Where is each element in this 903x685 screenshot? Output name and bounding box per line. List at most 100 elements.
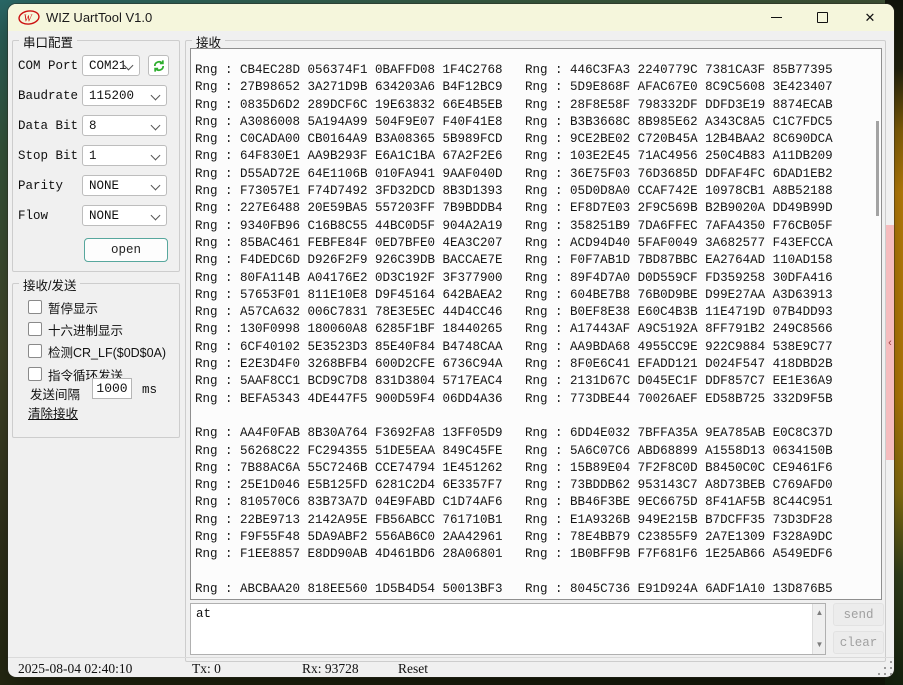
pause-display-label: 暂停显示 [48, 298, 98, 317]
hex-display-label: 十六进制显示 [48, 320, 123, 339]
log-blank-line [195, 564, 833, 581]
log-line: Rng : 57653F01 811E10E8 D9F45164 642BAEA… [195, 287, 833, 304]
chevron-left-icon: ‹ [888, 337, 892, 349]
chevron-down-icon [151, 121, 161, 131]
stop-bit-select[interactable]: 1 [82, 145, 167, 166]
log-line: Rng : 64F830E1 AA9B293F E6A1C1BA 67A2F2E… [195, 148, 833, 165]
log-line: Rng : 25E1D046 E5B125FD 6281C2D4 6E3357F… [195, 477, 833, 494]
app-logo-icon: W [18, 10, 40, 25]
close-button[interactable]: ✕ [852, 4, 888, 31]
log-line: Rng : BEFA5343 4DE447F5 900D59F4 06DD4A3… [195, 391, 833, 408]
log-line: Rng : 80FA114B A04176E2 0D3C192F 3F37790… [195, 270, 833, 287]
flow-label: Flow [18, 209, 48, 223]
titlebar[interactable]: W WIZ UartTool V1.0 ✕ [8, 4, 894, 31]
chevron-down-icon [151, 151, 161, 161]
log-line: Rng : F1EE8857 E8DD90AB 4D461BD6 28A0680… [195, 546, 833, 563]
desktop: W WIZ UartTool V1.0 ✕ 串口配置 COM Port COM2… [0, 0, 903, 685]
checkbox-icon[interactable] [28, 344, 42, 358]
baudrate-value: 115200 [89, 89, 134, 103]
log-line: Rng : 85BAC461 FEBFE84F 0ED7BFE0 4EA3C20… [195, 235, 833, 252]
send-interval-input[interactable]: 1000 [92, 378, 132, 399]
com-port-label: COM Port [18, 59, 78, 73]
chevron-down-icon [151, 211, 161, 221]
send-input-spinner: ▲ ▼ [812, 604, 825, 654]
log-line: Rng : D55AD72E 64E1106B 010FA941 9AAF040… [195, 166, 833, 183]
com-port-select[interactable]: COM21 [82, 55, 140, 76]
send-input[interactable]: at ▲ ▼ [190, 603, 826, 655]
log-line: Rng : 56268C22 FC294355 51DE5EAA 849C45F… [195, 443, 833, 460]
maximize-icon [817, 12, 828, 23]
log-line: Rng : F4DEDC6D D926F2F9 926C39DB BACCAE7… [195, 252, 833, 269]
log-line: Rng : F9F55F48 5DA9ABF2 556AB6C0 2AA4296… [195, 529, 833, 546]
checkbox-icon[interactable] [28, 300, 42, 314]
log-line: Rng : 130F0998 180060A8 6285F1BF 1844026… [195, 321, 833, 338]
log-line: Rng : 5AAF8CC1 BCD9C7D8 831D3804 5717EAC… [195, 373, 833, 390]
status-tx-count: Tx: 0 [192, 661, 221, 677]
receive-scrollbar-thumb[interactable] [876, 121, 879, 216]
send-interval-unit: ms [142, 383, 157, 397]
send-input-value: at [196, 607, 211, 621]
checkbox-icon[interactable] [28, 367, 42, 381]
send-interval-label: 发送间隔 [30, 384, 80, 403]
checkbox-icon[interactable] [28, 322, 42, 336]
app-window: W WIZ UartTool V1.0 ✕ 串口配置 COM Port COM2… [8, 4, 894, 677]
chevron-down-icon [151, 181, 161, 191]
log-blank-line [195, 408, 833, 425]
close-icon: ✕ [865, 11, 876, 24]
rx-tx-group-title: 接收/发送 [19, 275, 80, 294]
log-line: Rng : 9340FB96 C16B8C55 44BC0D5F 904A2A1… [195, 218, 833, 235]
log-line: Rng : C0CADA00 CB0164A9 B3A08365 5B989FC… [195, 131, 833, 148]
minimize-button[interactable] [758, 4, 794, 31]
spinner-up-icon[interactable]: ▲ [813, 609, 826, 617]
crlf-detect-option[interactable]: 检测CR_LF($0D$0A) [28, 343, 166, 359]
baudrate-label: Baudrate [18, 89, 78, 103]
spinner-down-icon[interactable]: ▼ [813, 641, 826, 649]
status-reset-link[interactable]: Reset [398, 661, 428, 677]
log-line: Rng : 6CF40102 5E3523D3 85E40F84 B4748CA… [195, 339, 833, 356]
flow-select[interactable]: NONE [82, 205, 167, 226]
log-line: Rng : 22BE9713 2142A95E FB56ABCC 761710B… [195, 512, 833, 529]
chevron-down-icon [151, 91, 161, 101]
stop-bit-value: 1 [89, 149, 97, 163]
refresh-ports-button[interactable] [148, 55, 169, 76]
log-line: Rng : ABCBAA20 818EE560 1D5B4D54 50013BF… [195, 581, 833, 598]
log-line: Rng : A57CA632 006C7831 78E3E5EC 44D4CC4… [195, 304, 833, 321]
crlf-detect-label: 检测CR_LF($0D$0A) [48, 342, 166, 361]
log-line: Rng : F18815A2 2B345EC1 C1F0052D A106F0D… [195, 598, 833, 600]
parity-select[interactable]: NONE [82, 175, 167, 196]
log-line: Rng : A3086008 5A194A99 504F9E07 F40F41E… [195, 114, 833, 131]
maximize-button[interactable] [804, 4, 840, 31]
data-bit-label: Data Bit [18, 119, 78, 133]
serial-config-group-title: 串口配置 [19, 32, 77, 51]
log-line: Rng : 27B98652 3A271D9B 634203A6 B4F12BC… [195, 79, 833, 96]
log-line: Rng : CB4EC28D 056374F1 0BAFFD08 1F4C276… [195, 62, 833, 79]
log-line: Rng : AA4F0FAB 8B30A764 F3692FA8 13FF05D… [195, 425, 833, 442]
clear-button[interactable]: clear [833, 631, 884, 654]
log-line: Rng : 0835D6D2 289DCF6C 19E63832 66E4B5E… [195, 97, 833, 114]
com-port-value: COM21 [89, 59, 127, 73]
log-line: Rng : 7B88AC6A 55C7246B CCE74794 1E45126… [195, 460, 833, 477]
receive-log: Rng : CB4EC28D 056374F1 0BAFFD08 1F4C276… [195, 62, 833, 600]
hex-display-option[interactable]: 十六进制显示 [28, 321, 123, 337]
receive-textarea[interactable]: Rng : CB4EC28D 056374F1 0BAFFD08 1F4C276… [190, 48, 882, 600]
resize-grip[interactable] [876, 661, 894, 677]
log-line: Rng : 227E6488 20E59BA5 557203FF 7B9BDDB… [195, 200, 833, 217]
parity-label: Parity [18, 179, 63, 193]
parity-value: NONE [89, 179, 119, 193]
minimize-icon [771, 17, 782, 18]
send-button[interactable]: send [833, 603, 884, 626]
clear-receive-link[interactable]: 清除接收 [28, 403, 78, 422]
pause-display-option[interactable]: 暂停显示 [28, 299, 98, 315]
data-bit-select[interactable]: 8 [82, 115, 167, 136]
log-line: Rng : F73057E1 F74D7492 3FD32DCD 8B3D139… [195, 183, 833, 200]
window-title: WIZ UartTool V1.0 [46, 10, 152, 25]
baudrate-select[interactable]: 115200 [82, 85, 167, 106]
status-rx-count: Rx: 93728 [302, 661, 359, 677]
statusbar-divider [8, 657, 894, 658]
open-port-button[interactable]: open [84, 238, 168, 262]
status-datetime: 2025-08-04 02:40:10 [18, 661, 132, 677]
panel-collapse-handle[interactable]: ‹ [886, 225, 894, 460]
data-bit-value: 8 [89, 119, 97, 133]
refresh-icon [152, 59, 166, 73]
stop-bit-label: Stop Bit [18, 149, 78, 163]
